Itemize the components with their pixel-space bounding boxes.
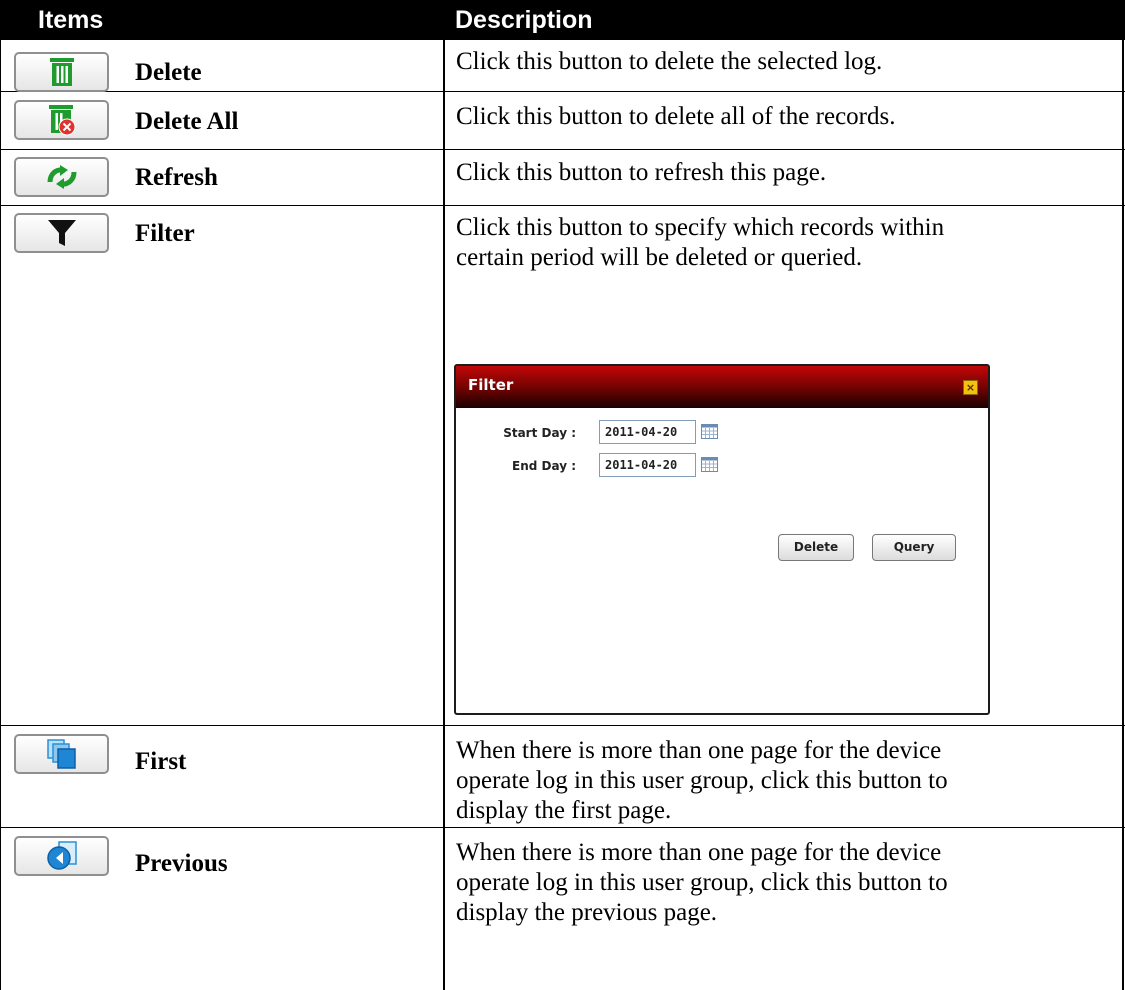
description-line: certain period will be deleted or querie… xyxy=(456,244,863,271)
previous-page-icon xyxy=(46,841,77,870)
item-description: Click this button to refresh this page. xyxy=(456,158,1096,188)
row-divider xyxy=(0,149,1125,150)
description-line: operate log in this user group, click th… xyxy=(456,767,948,794)
refresh-icon xyxy=(47,165,76,189)
table-border-left xyxy=(0,40,1,990)
calendar-icon[interactable] xyxy=(701,424,718,439)
trash-icon xyxy=(49,58,74,86)
description-line: Click this button to delete the selected… xyxy=(456,48,883,75)
item-label: Delete All xyxy=(135,108,239,135)
row-divider xyxy=(0,205,1125,206)
item-description: Click this button to specify which recor… xyxy=(456,213,1096,273)
table-header: Items Description xyxy=(0,0,1125,40)
calendar-icon[interactable] xyxy=(701,457,718,472)
description-line: When there is more than one page for the… xyxy=(456,737,942,764)
row-divider xyxy=(0,725,1125,726)
previous-button[interactable] xyxy=(14,836,109,876)
row-divider xyxy=(0,827,1125,828)
description-line: display the previous page. xyxy=(456,899,718,926)
description-line: Click this button to refresh this page. xyxy=(456,159,827,186)
first-page-icon xyxy=(46,739,76,769)
row-divider xyxy=(0,91,1125,92)
item-description: Click this button to delete all of the r… xyxy=(456,102,1096,132)
item-description: When there is more than one page for the… xyxy=(456,736,1096,826)
delete-button[interactable] xyxy=(14,52,109,92)
description-line: Click this button to specify which recor… xyxy=(456,214,945,241)
description-line: operate log in this user group, click th… xyxy=(456,869,948,896)
filter-button[interactable] xyxy=(14,213,109,253)
item-description: When there is more than one page for the… xyxy=(456,838,1096,928)
dialog-title-bar: Filter × xyxy=(456,366,988,408)
item-label: First xyxy=(135,748,187,775)
start-day-label: Start Day : xyxy=(503,426,576,440)
dialog-title: Filter xyxy=(468,376,514,394)
description-line: Click this button to delete all of the r… xyxy=(456,103,896,130)
first-button[interactable] xyxy=(14,734,109,774)
column-divider xyxy=(443,40,445,990)
refresh-button[interactable] xyxy=(14,157,109,197)
item-label: Previous xyxy=(135,850,228,877)
item-label: Refresh xyxy=(135,164,218,191)
dialog-delete-button[interactable]: Delete xyxy=(778,534,854,561)
header-description: Description xyxy=(455,6,593,34)
filter-funnel-icon xyxy=(47,220,76,246)
close-icon[interactable]: × xyxy=(963,380,978,395)
start-day-field[interactable]: 2011-04-20 xyxy=(599,420,696,444)
dialog-query-button[interactable]: Query xyxy=(872,534,956,561)
filter-dialog: Filter × Start Day : 2011-04-20 End Day … xyxy=(454,364,990,715)
item-label: Delete xyxy=(135,59,202,86)
table-border-right xyxy=(1122,40,1124,990)
description-line: display the first page. xyxy=(456,797,672,824)
end-day-field[interactable]: 2011-04-20 xyxy=(599,453,696,477)
header-items: Items xyxy=(38,6,104,34)
delete-all-button[interactable] xyxy=(14,100,109,140)
description-line: When there is more than one page for the… xyxy=(456,839,942,866)
item-description: Click this button to delete the selected… xyxy=(456,47,1096,77)
trash-delete-all-icon xyxy=(48,105,75,136)
end-day-label: End Day : xyxy=(512,459,576,473)
item-label: Filter xyxy=(135,220,195,247)
